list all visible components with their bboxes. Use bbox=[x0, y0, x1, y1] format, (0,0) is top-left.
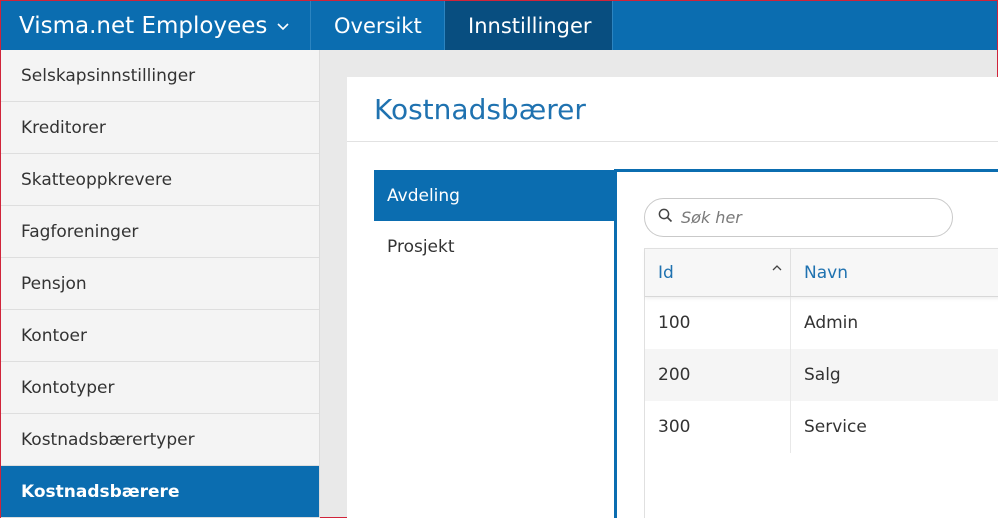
search-box[interactable] bbox=[644, 198, 953, 237]
table-row[interactable]: 300 Service bbox=[645, 401, 998, 453]
cell-navn: Service bbox=[804, 417, 867, 437]
settings-sidebar: Selskapsinnstillinger Kreditorer Skatteo… bbox=[1, 50, 320, 518]
sidebar-item-pensjon[interactable]: Pensjon bbox=[1, 258, 319, 310]
sidebar-item-label: Skatteoppkrevere bbox=[21, 169, 173, 190]
cell-navn: Admin bbox=[804, 313, 859, 333]
cell-navn: Salg bbox=[804, 365, 841, 385]
app-title: Visma.net Employees bbox=[19, 12, 268, 39]
cell-id: 200 bbox=[645, 349, 791, 401]
search-icon bbox=[658, 208, 673, 227]
column-header-navn[interactable]: Navn bbox=[791, 249, 998, 296]
page-title: Kostnadsbærer bbox=[374, 92, 586, 126]
sidebar-item-kontotyper[interactable]: Kontotyper bbox=[1, 362, 319, 414]
top-navigation-bar: Visma.net Employees Oversikt Innstilling… bbox=[1, 1, 997, 50]
nav-oversikt-label: Oversikt bbox=[334, 13, 422, 38]
sidebar-item-kreditorer[interactable]: Kreditorer bbox=[1, 102, 319, 154]
column-header-label: Navn bbox=[804, 262, 848, 283]
nav-oversikt[interactable]: Oversikt bbox=[311, 1, 445, 50]
sidebar-item-label: Pensjon bbox=[21, 273, 87, 294]
sidebar-item-kontoer[interactable]: Kontoer bbox=[1, 310, 319, 362]
tab-label: Prosjekt bbox=[387, 236, 455, 257]
chevron-down-icon bbox=[277, 20, 289, 35]
nav-innstillinger-label: Innstillinger bbox=[468, 13, 592, 38]
table-row[interactable]: 200 Salg bbox=[645, 349, 998, 401]
sidebar-item-label: Kontoer bbox=[21, 325, 87, 346]
tab-prosjekt[interactable]: Prosjekt bbox=[374, 221, 614, 272]
vertical-tabs: Avdeling Prosjekt bbox=[374, 170, 614, 272]
sidebar-item-label: Kostnadsbærertyper bbox=[21, 429, 195, 450]
sidebar-item-selskapsinnstillinger[interactable]: Selskapsinnstillinger bbox=[1, 50, 319, 102]
sidebar-item-kostnadsbaerertyper[interactable]: Kostnadsbærertyper bbox=[1, 414, 319, 466]
sort-ascending-icon bbox=[772, 260, 782, 274]
cell-id: 300 bbox=[645, 401, 791, 453]
sidebar-item-label: Selskapsinnstillinger bbox=[21, 65, 196, 86]
sidebar-item-label: Kontotyper bbox=[21, 377, 115, 398]
sidebar-item-label: Fagforeninger bbox=[21, 221, 139, 242]
tab-avdeling[interactable]: Avdeling bbox=[374, 170, 614, 221]
app-switcher[interactable]: Visma.net Employees bbox=[1, 1, 311, 50]
content-panel: Kostnadsbærer Avdeling Prosjekt Id Navn bbox=[347, 77, 998, 518]
grid-header-row: Id Navn bbox=[645, 248, 998, 297]
tab-label: Avdeling bbox=[387, 185, 460, 206]
tab-panel-avdeling: Id Navn 100 Admin 200 Salg 300 Service bbox=[614, 169, 998, 518]
sidebar-item-skatteoppkrevere[interactable]: Skatteoppkrevere bbox=[1, 154, 319, 206]
cell-id: 100 bbox=[645, 297, 791, 349]
sidebar-item-label: Kreditorer bbox=[21, 117, 106, 138]
sidebar-item-fagforeninger[interactable]: Fagforeninger bbox=[1, 206, 319, 258]
sidebar-item-label: Kostnadsbærere bbox=[21, 481, 180, 502]
search-input[interactable] bbox=[681, 208, 921, 227]
data-grid: Id Navn 100 Admin 200 Salg 300 Service bbox=[644, 248, 998, 518]
panel-header: Kostnadsbærer bbox=[347, 77, 998, 142]
sidebar-item-kostnadsbaerere[interactable]: Kostnadsbærere bbox=[1, 466, 319, 518]
column-header-label: Id bbox=[658, 262, 674, 283]
nav-innstillinger[interactable]: Innstillinger bbox=[445, 1, 613, 50]
table-row[interactable]: 100 Admin bbox=[645, 297, 998, 349]
column-header-id[interactable]: Id bbox=[645, 249, 791, 296]
